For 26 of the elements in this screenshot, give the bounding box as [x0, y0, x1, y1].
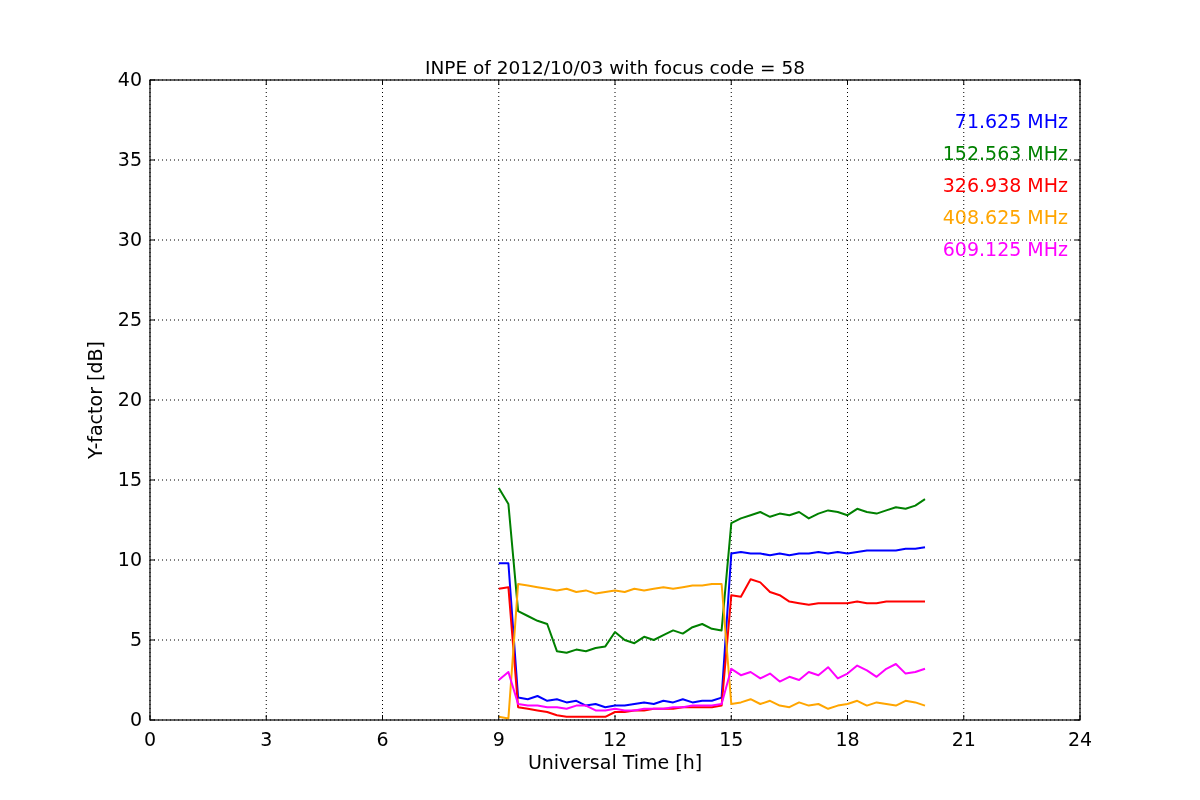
axis-tick-label: 18: [835, 728, 860, 750]
legend-label: 609.125 MHz: [942, 238, 1068, 260]
axis-tick-label: 3: [260, 728, 273, 750]
axis-tick-label: 0: [129, 708, 142, 730]
y-axis-label: Y-factor [dB]: [84, 341, 106, 459]
axis-tick-label: 20: [117, 388, 142, 410]
axis-tick-label: 40: [117, 68, 142, 90]
legend-label: 408.625 MHz: [942, 206, 1068, 228]
x-axis-label: Universal Time [h]: [527, 751, 703, 773]
legend-label: 326.938 MHz: [942, 174, 1068, 196]
axis-tick-label: 6: [376, 728, 389, 750]
legend-label: 71.625 MHz: [954, 110, 1068, 132]
axis-tick-label: 12: [602, 728, 628, 750]
axis-tick-label: 24: [1067, 728, 1093, 750]
axis-tick-label: 0: [143, 728, 157, 750]
axis-tick-label: 21: [951, 728, 976, 750]
axis-tick-label: 35: [117, 148, 142, 170]
axis-tick-label: 15: [719, 728, 744, 750]
axis-tick-label: 25: [117, 308, 142, 330]
chart-title: INPE of 2012/10/03 with focus code = 58: [425, 57, 805, 78]
legend-label: 152.563 MHz: [942, 142, 1068, 164]
axis-tick-label: 9: [492, 728, 505, 750]
axis-tick-label: 15: [117, 468, 142, 490]
axis-tick-label: 30: [117, 228, 142, 250]
axis-tick-label: 10: [117, 548, 142, 570]
axis-tick-label: 5: [129, 628, 142, 650]
